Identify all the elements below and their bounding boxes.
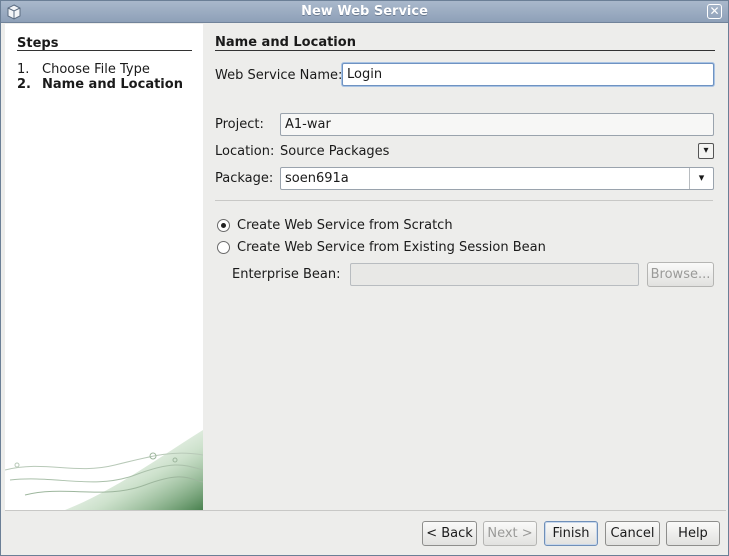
next-button[interactable]: Next > [483, 521, 537, 546]
decorative-swirl-graphic [5, 430, 203, 510]
project-field[interactable] [280, 113, 714, 136]
step-name-and-location: 2. Name and Location [17, 77, 183, 92]
step-label: Name and Location [42, 77, 183, 92]
radio-create-from-session-bean-label[interactable]: Create Web Service from Existing Session… [237, 240, 546, 255]
section-title: Name and Location [215, 35, 356, 50]
package-value: soen691a [285, 171, 349, 186]
location-label: Location: [215, 144, 275, 159]
help-button[interactable]: Help [666, 521, 720, 546]
separator [215, 200, 713, 201]
package-label: Package: [215, 171, 274, 186]
project-label: Project: [215, 117, 264, 132]
radio-create-from-session-bean[interactable] [217, 241, 230, 254]
step-choose-file-type: 1. Choose File Type [17, 62, 150, 77]
button-bar-separator [5, 510, 726, 511]
main-content: Name and Location Web Service Name: Proj… [203, 24, 728, 510]
package-combobox[interactable]: soen691a ▾ [280, 167, 714, 190]
title-bar[interactable]: New Web Service ✕ [1, 1, 728, 23]
step-label: Choose File Type [42, 62, 150, 77]
section-divider [215, 50, 715, 51]
enterprise-bean-field[interactable] [350, 263, 639, 286]
chevron-down-icon[interactable]: ▾ [698, 143, 714, 159]
radio-create-from-scratch[interactable] [217, 219, 230, 232]
step-number: 1. [17, 62, 30, 77]
finish-button[interactable]: Finish [544, 521, 598, 546]
location-value[interactable]: Source Packages [280, 144, 389, 159]
step-number: 2. [17, 77, 31, 92]
window-title: New Web Service [301, 4, 428, 19]
steps-divider [17, 50, 192, 51]
radio-create-from-scratch-label[interactable]: Create Web Service from Scratch [237, 218, 453, 233]
back-button[interactable]: < Back [422, 521, 477, 546]
browse-button[interactable]: Browse... [647, 262, 714, 287]
web-service-name-label: Web Service Name: [215, 68, 343, 83]
cancel-button[interactable]: Cancel [605, 521, 660, 546]
enterprise-bean-label: Enterprise Bean: [232, 267, 341, 282]
steps-panel: Steps 1. Choose File Type 2. Name and Loca… [5, 24, 203, 510]
web-service-name-input[interactable] [342, 63, 714, 86]
new-web-service-dialog: New Web Service ✕ Steps 1. Choose File Ty… [0, 0, 729, 556]
close-icon[interactable]: ✕ [707, 4, 722, 19]
chevron-down-icon[interactable]: ▾ [689, 168, 713, 189]
steps-heading: Steps [17, 36, 59, 51]
